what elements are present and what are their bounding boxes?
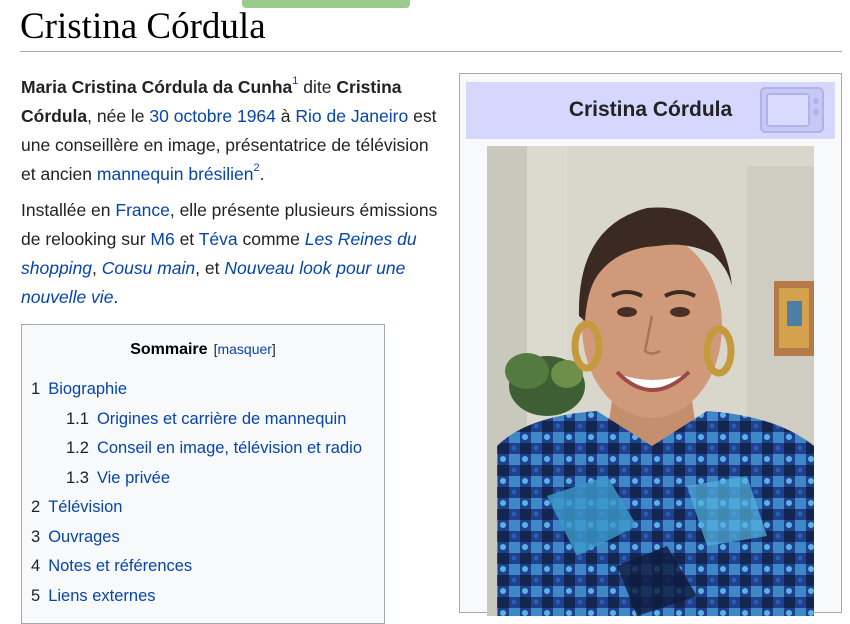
text-fragment: , bbox=[92, 258, 102, 278]
toc-item-vie-privee[interactable]: 1.3 Vie privée bbox=[22, 464, 384, 494]
toc-link[interactable]: Origines et carrière de mannequin bbox=[97, 410, 346, 428]
infobox-header: Cristina Córdula bbox=[466, 82, 835, 139]
toc-item-liens-externes[interactable]: 5 Liens externes bbox=[22, 582, 384, 612]
portrait-photo[interactable] bbox=[487, 146, 814, 616]
show-cousu-main-link[interactable]: Cousu main bbox=[102, 258, 195, 278]
text-fragment: , et bbox=[195, 258, 225, 278]
text-fragment: Installée en bbox=[21, 200, 116, 220]
article-content: Maria Cristina Córdula da Cunha1 dite Cr… bbox=[21, 73, 441, 319]
page-title: Cristina Córdula bbox=[20, 6, 266, 47]
infobox: Cristina Córdula bbox=[459, 73, 842, 616]
toc-item-notes[interactable]: 4 Notes et références bbox=[22, 552, 384, 582]
toc-link[interactable]: Notes et références bbox=[48, 557, 192, 575]
toc-number: 1.1 bbox=[66, 409, 89, 428]
france-link[interactable]: France bbox=[115, 200, 169, 220]
toc-title: Sommaire bbox=[130, 341, 208, 358]
text-fragment: comme bbox=[237, 229, 305, 249]
portrait-image bbox=[487, 146, 814, 616]
toc-link[interactable]: Ouvrages bbox=[48, 528, 120, 546]
toc-item-conseil[interactable]: 1.2 Conseil en image, télévision et radio bbox=[22, 434, 384, 464]
infobox-title: Cristina Córdula bbox=[568, 98, 733, 121]
intro-paragraph-1: Maria Cristina Córdula da Cunha1 dite Cr… bbox=[21, 73, 441, 189]
toc-number: 3 bbox=[31, 527, 41, 546]
table-of-contents: Sommaire [masquer] 1 Biographie 1.1 Origine… bbox=[21, 324, 385, 624]
toc-number: 2 bbox=[31, 498, 41, 516]
toc-link[interactable]: Conseil en image, télévision et radio bbox=[97, 439, 362, 457]
toc-item-origines[interactable]: 1.1 Origines et carrière de mannequin bbox=[22, 405, 384, 435]
intro-paragraph-2: Installée en France, elle présente plusi… bbox=[21, 196, 441, 312]
subject-full-name: Maria Cristina Córdula da Cunha bbox=[21, 77, 293, 97]
toc-link[interactable]: Télévision bbox=[48, 498, 122, 516]
toc-link[interactable]: Biographie bbox=[48, 380, 127, 398]
toc-link[interactable]: Vie privée bbox=[97, 469, 170, 487]
text-fragment: . bbox=[259, 164, 265, 184]
text-fragment: dite bbox=[298, 77, 337, 97]
toc-number: 4 bbox=[31, 557, 41, 575]
bracket: ] bbox=[271, 341, 276, 357]
toc-item-biographie[interactable]: 1 Biographie bbox=[22, 375, 384, 405]
toc-number: 1.2 bbox=[66, 439, 89, 457]
toc-number: 1 bbox=[31, 380, 41, 398]
toc-toggle: [masquer] bbox=[214, 341, 276, 357]
birth-date-link[interactable]: 30 octobre 1964 bbox=[149, 106, 276, 126]
birth-city-link[interactable]: Rio de Janeiro bbox=[295, 106, 408, 126]
text-fragment: . bbox=[113, 287, 119, 307]
toc-item-television[interactable]: 2 Télévision bbox=[22, 493, 384, 523]
model-link[interactable]: mannequin brésilien bbox=[97, 164, 254, 184]
title-divider bbox=[20, 51, 842, 52]
toc-hide-link[interactable]: masquer bbox=[217, 341, 271, 357]
toc-number: 1.3 bbox=[66, 468, 89, 487]
text-fragment: , née le bbox=[87, 106, 150, 126]
text-fragment: à bbox=[275, 106, 296, 126]
toc-number: 5 bbox=[31, 586, 41, 605]
text-fragment: et bbox=[174, 229, 199, 249]
toc-header: Sommaire [masquer] bbox=[22, 338, 384, 361]
toc-item-ouvrages[interactable]: 3 Ouvrages bbox=[22, 523, 384, 553]
top-notification-tab[interactable] bbox=[242, 0, 410, 8]
m6-link[interactable]: M6 bbox=[150, 229, 174, 249]
teva-link[interactable]: Téva bbox=[199, 229, 238, 249]
toc-link[interactable]: Liens externes bbox=[48, 587, 155, 605]
toc-list: 1 Biographie 1.1 Origines et carrière de m… bbox=[22, 375, 384, 611]
